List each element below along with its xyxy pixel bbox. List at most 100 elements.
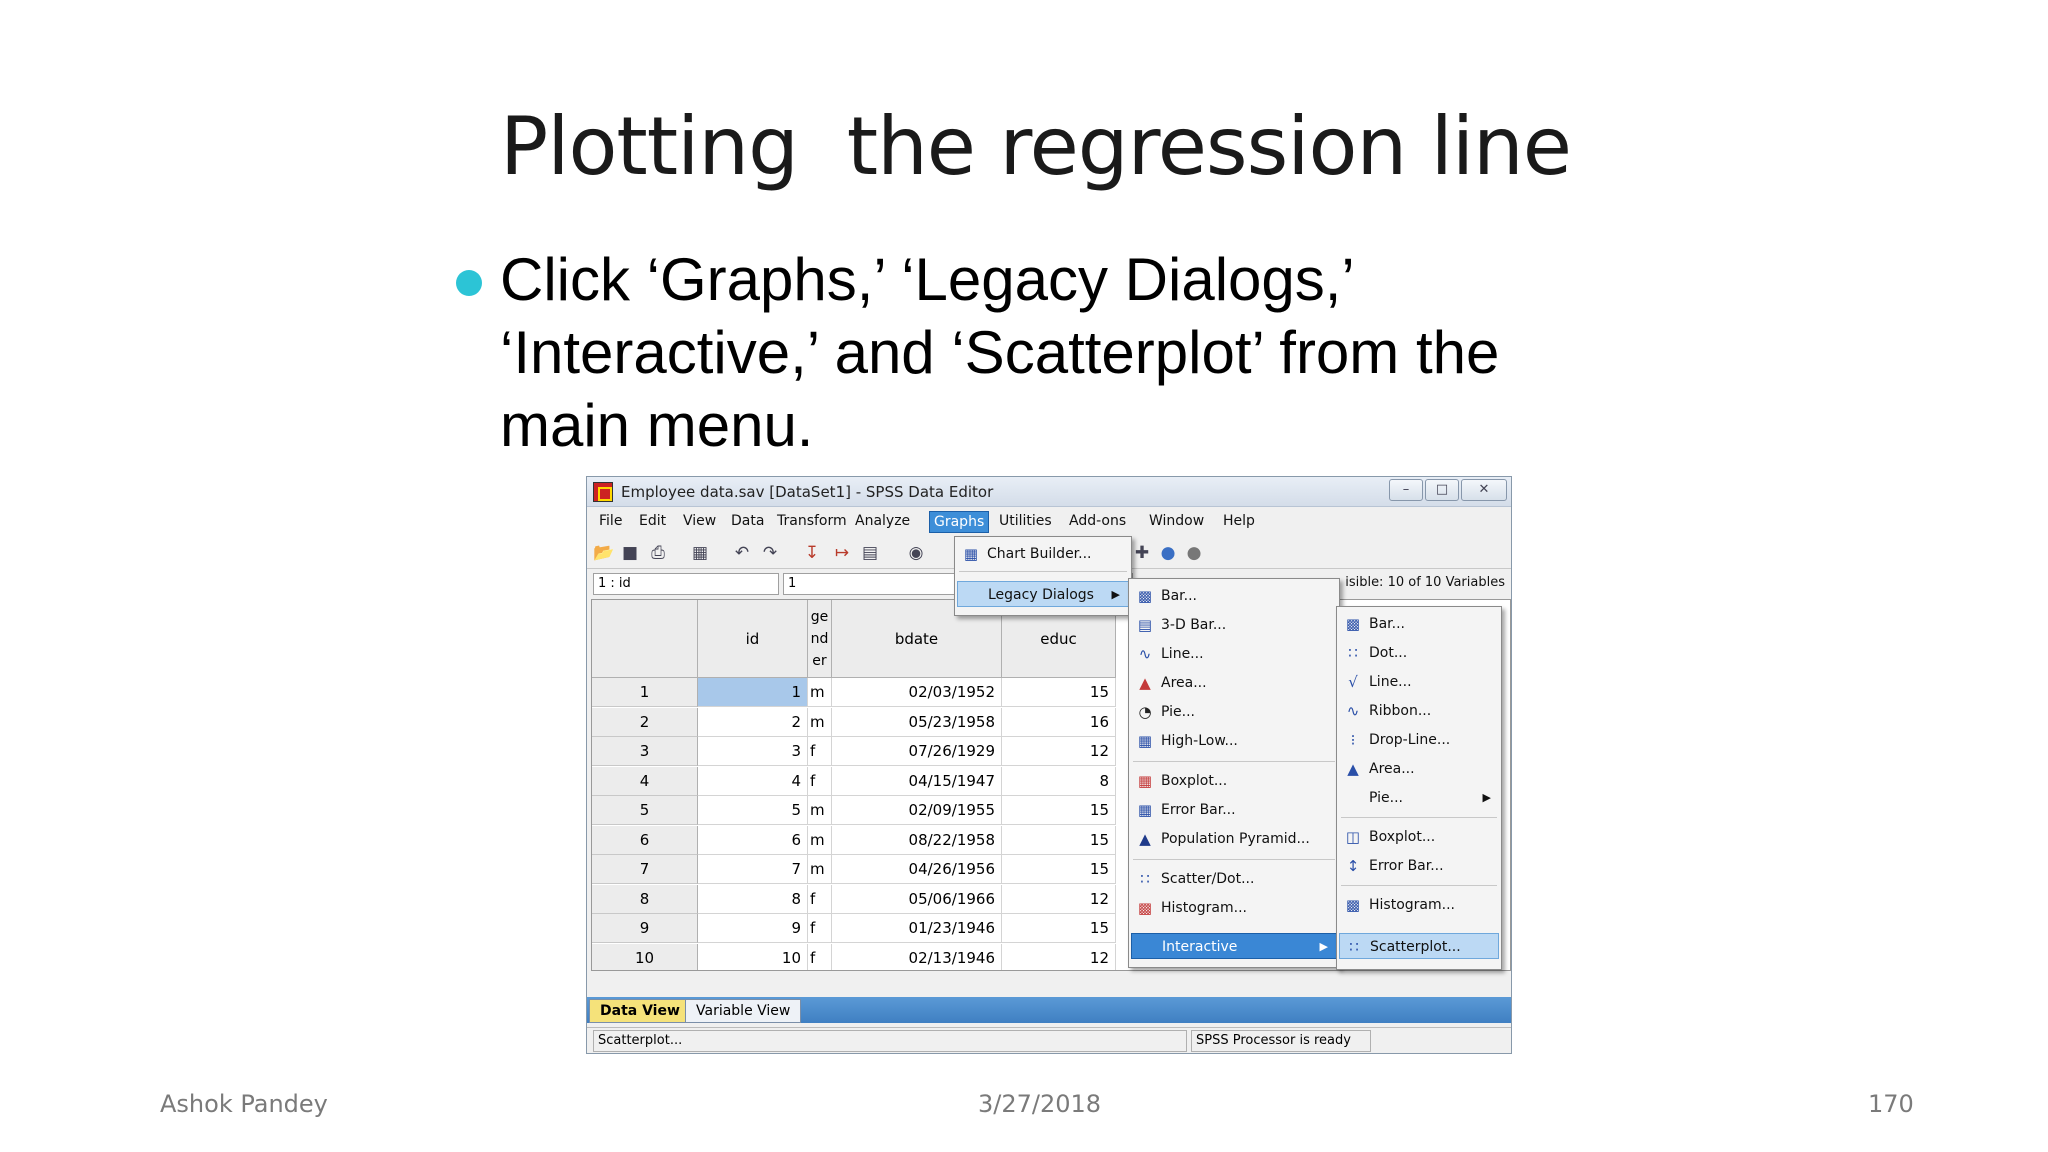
row-number[interactable]: 3: [592, 737, 698, 766]
menu-item-interactive-bar[interactable]: ▩ Bar...: [1339, 611, 1499, 637]
print-icon[interactable]: ⎙: [647, 543, 669, 563]
cell-id[interactable]: 3: [698, 737, 808, 766]
cell-gender[interactable]: m: [808, 825, 832, 855]
find-binoculars-icon[interactable]: ◉: [905, 543, 927, 563]
menu-item-interactive-pie[interactable]: Pie... ▶: [1339, 785, 1499, 811]
menu-item-high-low[interactable]: ▦ High-Low...: [1131, 728, 1337, 754]
cell-gender[interactable]: m: [808, 855, 832, 884]
menu-item-3d-bar[interactable]: ▤ 3-D Bar...: [1131, 612, 1337, 638]
menu-item-interactive-line[interactable]: √ Line...: [1339, 669, 1499, 695]
menu-item-pie[interactable]: ◔ Pie...: [1131, 699, 1337, 725]
menu-graphs[interactable]: Graphs: [929, 511, 990, 533]
cell-bdate[interactable]: 04/15/1947: [832, 766, 1002, 796]
close-button[interactable]: ✕: [1461, 479, 1507, 501]
cell-educ[interactable]: 15: [1002, 855, 1116, 884]
variables-icon[interactable]: ▤: [859, 543, 881, 563]
cell-id[interactable]: 9: [698, 914, 808, 943]
cell-gender[interactable]: f: [808, 766, 832, 796]
cell-bdate[interactable]: 08/22/1958: [832, 825, 1002, 855]
cell-id[interactable]: 2: [698, 707, 808, 737]
menu-data[interactable]: Data: [727, 511, 768, 533]
menu-utilities[interactable]: Utilities: [995, 511, 1056, 533]
use-sets-icon[interactable]: ●: [1157, 543, 1179, 563]
open-folder-icon[interactable]: 📂: [593, 543, 615, 563]
cell-educ[interactable]: 16: [1002, 707, 1116, 737]
row-number[interactable]: 9: [592, 914, 698, 943]
menu-item-interactive-histogram[interactable]: ▩ Histogram...: [1339, 892, 1499, 918]
menu-item-chart-builder[interactable]: ▦ Chart Builder...: [957, 541, 1129, 567]
menu-item-histogram[interactable]: ▩ Histogram...: [1131, 895, 1337, 921]
menu-item-ribbon[interactable]: ∿ Ribbon...: [1339, 698, 1499, 724]
column-header-id[interactable]: id: [698, 600, 808, 678]
cell-bdate[interactable]: 05/23/1958: [832, 707, 1002, 737]
menu-add-ons[interactable]: Add-ons: [1065, 511, 1130, 533]
cell-educ[interactable]: 8: [1002, 766, 1116, 796]
menu-item-error-bar[interactable]: ▦ Error Bar...: [1131, 797, 1337, 823]
cell-id[interactable]: 1: [698, 678, 808, 707]
menu-item-population-pyramid[interactable]: ▲ Population Pyramid...: [1131, 826, 1337, 852]
row-number[interactable]: 10: [592, 943, 698, 970]
cell-educ[interactable]: 12: [1002, 943, 1116, 970]
cell-id[interactable]: 8: [698, 884, 808, 914]
menu-item-boxplot[interactable]: ▦ Boxplot...: [1131, 768, 1337, 794]
dialog-recall-icon[interactable]: ▦: [689, 543, 711, 563]
cell-bdate[interactable]: 01/23/1946: [832, 914, 1002, 943]
menu-item-bar[interactable]: ▩ Bar...: [1131, 583, 1337, 609]
row-number[interactable]: 2: [592, 707, 698, 737]
cell-bdate[interactable]: 05/06/1966: [832, 884, 1002, 914]
menu-help[interactable]: Help: [1219, 511, 1259, 533]
menu-item-interactive-error-bar[interactable]: ↕ Error Bar...: [1339, 853, 1499, 879]
menu-item-interactive[interactable]: Interactive ▶: [1131, 933, 1337, 959]
tab-data-view[interactable]: Data View: [589, 999, 691, 1023]
cell-id[interactable]: 5: [698, 796, 808, 825]
menu-view[interactable]: View: [679, 511, 720, 533]
menu-item-area[interactable]: ▲ Area...: [1131, 670, 1337, 696]
menu-item-line[interactable]: ∿ Line...: [1131, 641, 1337, 667]
tab-variable-view[interactable]: Variable View: [685, 999, 802, 1023]
cell-educ[interactable]: 15: [1002, 914, 1116, 943]
menu-item-legacy-dialogs[interactable]: Legacy Dialogs ▶: [957, 581, 1129, 607]
value-labels-icon[interactable]: ✚: [1131, 543, 1153, 563]
cell-bdate[interactable]: 02/13/1946: [832, 943, 1002, 970]
row-number[interactable]: 1: [592, 678, 698, 707]
row-number[interactable]: 4: [592, 766, 698, 796]
cell-educ[interactable]: 15: [1002, 796, 1116, 825]
save-icon[interactable]: ■: [619, 543, 641, 563]
menu-transform[interactable]: Transform: [773, 511, 851, 533]
maximize-button[interactable]: □: [1425, 479, 1459, 501]
show-all-icon[interactable]: ●: [1183, 543, 1205, 563]
row-number[interactable]: 7: [592, 855, 698, 884]
cell-bdate[interactable]: 02/09/1955: [832, 796, 1002, 825]
redo-icon[interactable]: ↷: [759, 543, 781, 563]
menu-edit[interactable]: Edit: [635, 511, 670, 533]
cell-educ[interactable]: 12: [1002, 884, 1116, 914]
row-number[interactable]: 6: [592, 825, 698, 855]
cell-gender[interactable]: f: [808, 737, 832, 766]
menu-analyze[interactable]: Analyze: [851, 511, 914, 533]
cell-gender[interactable]: f: [808, 884, 832, 914]
menu-item-scatterplot[interactable]: ∷ Scatterplot...: [1339, 933, 1499, 959]
cell-bdate[interactable]: 02/03/1952: [832, 678, 1002, 707]
cell-educ[interactable]: 12: [1002, 737, 1116, 766]
cell-bdate[interactable]: 04/26/1956: [832, 855, 1002, 884]
undo-icon[interactable]: ↶: [731, 543, 753, 563]
cell-id[interactable]: 10: [698, 943, 808, 970]
menu-item-drop-line[interactable]: ⁝ Drop-Line...: [1339, 727, 1499, 753]
row-number[interactable]: 8: [592, 884, 698, 914]
cell-bdate[interactable]: 07/26/1929: [832, 737, 1002, 766]
column-header-gender[interactable]: ge nd er: [808, 600, 832, 678]
cell-gender[interactable]: m: [808, 796, 832, 825]
menu-item-interactive-boxplot[interactable]: ◫ Boxplot...: [1339, 824, 1499, 850]
cell-id[interactable]: 4: [698, 766, 808, 796]
cell-gender[interactable]: m: [808, 707, 832, 737]
menu-item-scatter-dot[interactable]: ∷ Scatter/Dot...: [1131, 866, 1337, 892]
row-number[interactable]: 5: [592, 796, 698, 825]
cell-gender[interactable]: m: [808, 678, 832, 707]
cell-educ[interactable]: 15: [1002, 678, 1116, 707]
cell-gender[interactable]: f: [808, 943, 832, 970]
cell-id[interactable]: 7: [698, 855, 808, 884]
cell-educ[interactable]: 15: [1002, 825, 1116, 855]
menu-file[interactable]: File: [595, 511, 626, 533]
cell-gender[interactable]: f: [808, 914, 832, 943]
cell-id[interactable]: 6: [698, 825, 808, 855]
